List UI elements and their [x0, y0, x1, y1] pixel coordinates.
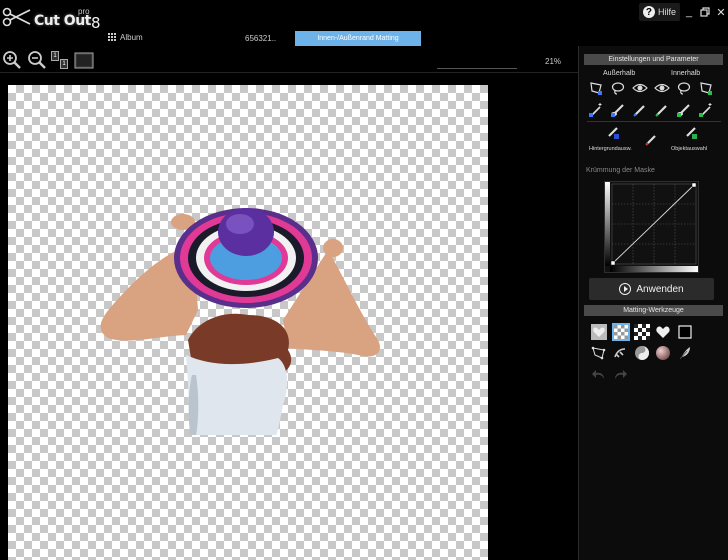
matting-mode-tab[interactable]: Innen-/Außenrand Matting	[295, 31, 421, 46]
restore-button[interactable]	[698, 3, 712, 21]
settings-panel: Einstellungen und Parameter Außerhalb In…	[578, 46, 728, 560]
outside-label: Außerhalb	[603, 70, 636, 77]
red-pencil-icon[interactable]	[643, 132, 659, 148]
restore-icon	[700, 7, 710, 17]
album-tab[interactable]: Album	[108, 33, 143, 42]
polygon-lasso-inside-icon[interactable]	[698, 80, 714, 96]
heart-outline-icon[interactable]	[591, 324, 607, 340]
curve-label: Krümmung der Maske	[586, 167, 655, 174]
background-select-icon[interactable]	[605, 124, 621, 140]
album-label: Album	[120, 33, 143, 42]
magic-wand-outside-icon[interactable]	[588, 102, 604, 118]
swirl-icon[interactable]	[634, 345, 650, 361]
actual-size-icon-2: 1	[60, 59, 68, 69]
canvas-area[interactable]	[0, 73, 578, 560]
zoom-out-icon[interactable]	[27, 50, 47, 70]
object-select-label: Objektauswahl	[671, 146, 708, 152]
window-controls: ? Hilfe _ ✕	[638, 3, 728, 21]
title-bar: Cut Out pro 8 ? Hilfe _ ✕	[0, 0, 728, 32]
panel-divider	[587, 121, 721, 122]
scissors-icon	[2, 7, 31, 27]
mask-curve-editor[interactable]	[604, 181, 699, 273]
checkerboard-bg-icon[interactable]	[612, 323, 630, 341]
magic-wand-inside-icon[interactable]	[698, 102, 714, 118]
matting-header: Matting-Werkzeuge	[584, 305, 723, 316]
cutout-subject-image	[100, 208, 380, 435]
inside-label: Innerhalb	[671, 70, 701, 77]
checkerboard-dark-icon[interactable]	[634, 324, 650, 340]
feather-icon[interactable]	[677, 345, 693, 361]
redo-icon[interactable]	[612, 367, 628, 383]
minimize-button[interactable]: _	[682, 3, 696, 21]
mask-curve-graph	[605, 182, 698, 272]
play-icon	[619, 283, 632, 295]
progress-track	[437, 68, 517, 69]
lasso-inside-icon[interactable]	[676, 80, 692, 96]
zoom-in-icon[interactable]	[2, 50, 22, 70]
pencil-inside-icon[interactable]	[654, 102, 670, 118]
actual-size-button[interactable]: 1 1	[50, 50, 72, 70]
black-bg-icon[interactable]	[677, 324, 693, 340]
sphere-icon[interactable]	[655, 345, 671, 361]
actual-size-icon: 1	[51, 51, 59, 61]
background-select-label: Hintergrundausw.	[589, 146, 632, 152]
object-select-icon[interactable]	[683, 124, 699, 140]
transparency-canvas[interactable]	[8, 85, 488, 560]
smudge-icon[interactable]	[612, 345, 628, 361]
help-button[interactable]: ? Hilfe	[638, 3, 680, 21]
tab-row: Album 656321.. Innen-/Außenrand Matting	[0, 30, 728, 46]
logo-edition: pro	[78, 7, 90, 16]
heart-filled-icon[interactable]	[655, 324, 671, 340]
fit-window-icon[interactable]	[74, 50, 94, 70]
settings-header: Einstellungen und Parameter	[584, 54, 723, 65]
apply-button[interactable]: Anwenden	[589, 278, 714, 300]
polygon-lasso-outside-icon[interactable]	[588, 80, 604, 96]
file-tab[interactable]: 656321..	[245, 34, 276, 43]
help-label: Hilfe	[657, 7, 676, 17]
zoom-percent: 21%	[545, 57, 562, 66]
lasso-outside-icon[interactable]	[610, 80, 626, 96]
brush-outside-icon[interactable]	[610, 102, 626, 118]
view-inside-icon[interactable]	[654, 80, 670, 96]
brush-inside-icon[interactable]	[676, 102, 692, 118]
view-outside-icon[interactable]	[632, 80, 648, 96]
undo-icon[interactable]	[591, 367, 607, 383]
pencil-outside-icon[interactable]	[632, 102, 648, 118]
apply-label: Anwenden	[636, 283, 684, 295]
polygon-matting-icon[interactable]	[591, 345, 607, 361]
album-grid-icon	[108, 33, 117, 42]
close-button[interactable]: ✕	[714, 3, 728, 21]
help-icon: ?	[642, 6, 655, 18]
